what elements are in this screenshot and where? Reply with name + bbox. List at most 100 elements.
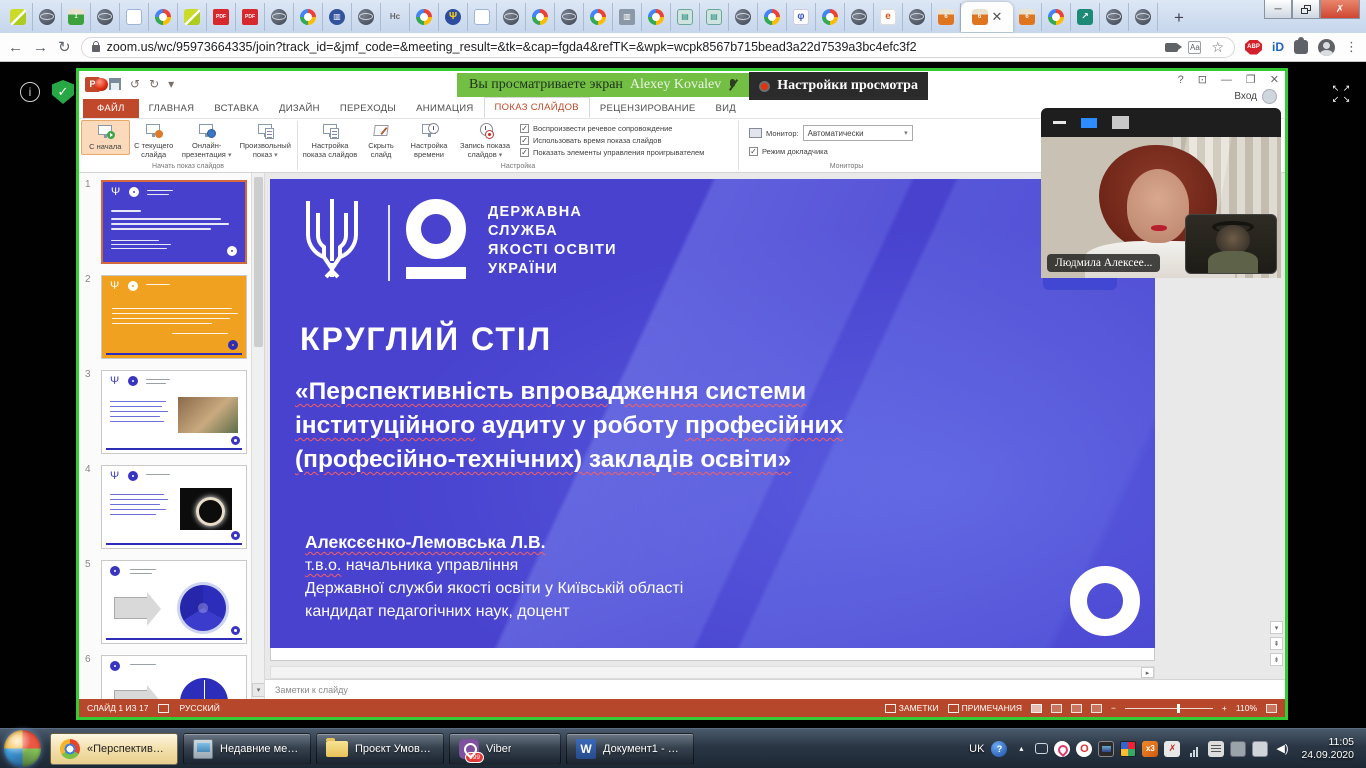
browser-tab-globe[interactable]	[497, 3, 526, 31]
setup-slideshow-button[interactable]: Настройка показа слайдов	[300, 120, 360, 161]
scrollbar-down-icon[interactable]: ▾	[252, 683, 265, 697]
taskbar-viber-button[interactable]: 999 Viber	[449, 733, 561, 765]
taskbar-recent-places-button[interactable]: Недавние места	[183, 733, 311, 765]
browser-tab-clipo[interactable]: 6	[932, 3, 961, 31]
video-layout-blue-icon[interactable]	[1081, 118, 1097, 128]
tab-close-icon[interactable]: ✕	[992, 10, 1003, 23]
browser-tab-phi[interactable]: φ	[787, 3, 816, 31]
previous-slide-icon[interactable]: ⇞	[1270, 637, 1283, 650]
browser-tab-globe[interactable]	[903, 3, 932, 31]
checkbox-use-timings[interactable]: ✓Использовать время показа слайдов	[520, 136, 704, 145]
browser-tab-globe[interactable]	[265, 3, 294, 31]
browser-tab-teal2[interactable]: ▤	[671, 3, 700, 31]
browser-tab-bankg[interactable]: ▥	[613, 3, 642, 31]
signin-area[interactable]: Вход	[1234, 89, 1277, 104]
browser-tab-teal[interactable]: ↗	[1071, 3, 1100, 31]
spellcheck-icon[interactable]	[158, 704, 169, 713]
browser-tab-ec[interactable]: e	[874, 3, 903, 31]
browser-tab-globe[interactable]	[33, 3, 62, 31]
window-restore-button[interactable]	[1292, 0, 1320, 19]
undo-icon[interactable]: ↺	[130, 77, 140, 91]
browser-tab-teal2[interactable]: ▤	[700, 3, 729, 31]
scroll-down-icon[interactable]: ▾	[1270, 621, 1283, 634]
extensions-puzzle-icon[interactable]	[1294, 40, 1308, 54]
ppt-close-button[interactable]: ✕	[1270, 73, 1279, 86]
checkbox-play-narrations[interactable]: ✓Воспроизвести речевое сопровождение	[520, 124, 704, 133]
tab-review[interactable]: РЕЦЕНЗИРОВАНИЕ	[590, 99, 706, 118]
bookmark-star-icon[interactable]: ☆	[1211, 39, 1224, 56]
browser-tab-pdf[interactable]: PDF	[207, 3, 236, 31]
next-slide-icon[interactable]: ⇟	[1270, 653, 1283, 666]
browser-tab-globe[interactable]	[1100, 3, 1129, 31]
cube-tray-icon[interactable]	[1120, 741, 1136, 757]
x3-tray-icon[interactable]: x3	[1142, 741, 1158, 757]
language-indicator[interactable]: РУССКИЙ	[179, 703, 219, 713]
thumbnail-slide-5[interactable]: 5	[79, 557, 265, 652]
language-switcher[interactable]: UK	[969, 743, 984, 755]
reload-button[interactable]: ↻	[58, 40, 71, 55]
browser-tab-ymap[interactable]	[178, 3, 207, 31]
notes-placeholder[interactable]: Заметки к слайду	[275, 685, 348, 695]
zoom-in-button[interactable]: +	[1222, 703, 1227, 713]
zoom-out-button[interactable]: −	[1111, 703, 1116, 713]
browser-tab-g[interactable]	[149, 3, 178, 31]
video-layout-gray-icon[interactable]	[1112, 116, 1129, 129]
thumbnail-slide-4-preview[interactable]: Ψ	[101, 465, 247, 549]
start-button[interactable]	[4, 730, 41, 767]
browser-tab-globe[interactable]	[555, 3, 584, 31]
view-slideshow-button[interactable]	[1091, 704, 1102, 713]
browser-tab-globe[interactable]	[845, 3, 874, 31]
browser-tab-docb[interactable]	[120, 3, 149, 31]
browser-tab-globe[interactable]	[1129, 3, 1158, 31]
thumbnail-slide-1-preview[interactable]: Ψ	[101, 180, 247, 264]
horizontal-scrollbar[interactable]: ▸	[270, 666, 1155, 679]
from-beginning-button[interactable]: С начала	[81, 120, 130, 155]
browser-tab-ymap[interactable]	[4, 3, 33, 31]
thumbnail-slide-5-preview[interactable]	[101, 560, 247, 644]
record-slideshow-button[interactable]: Запись показа слайдов ▾	[456, 120, 514, 162]
ppt-minimize-button[interactable]: —	[1221, 74, 1232, 86]
clipboard-tray-icon[interactable]	[1252, 741, 1268, 757]
browser-tab-bank[interactable]: ▥	[323, 3, 352, 31]
window-minimize-button[interactable]: ─	[1264, 0, 1292, 19]
rehearse-timings-button[interactable]: Настройка времени	[402, 120, 456, 161]
profile-avatar-icon[interactable]	[1318, 39, 1335, 56]
blocked-tray-icon[interactable]: ✗	[1164, 741, 1180, 757]
browser-tab-g[interactable]	[642, 3, 671, 31]
thumbnail-slide-2-preview[interactable]: Ψ	[101, 275, 247, 359]
view-settings-label[interactable]: Настройки просмотра	[777, 78, 918, 94]
view-normal-button[interactable]	[1031, 704, 1042, 713]
window-close-button[interactable]: ✗	[1320, 0, 1360, 19]
ppt-restore-button[interactable]: ❐	[1246, 73, 1256, 86]
hide-slide-button[interactable]: Скрыть слайд	[360, 120, 402, 161]
browser-tab-globe[interactable]	[352, 3, 381, 31]
browser-menu-icon[interactable]: ⋮	[1345, 39, 1358, 55]
tab-file[interactable]: ФАЙЛ	[83, 99, 139, 118]
taskbar-clock[interactable]: 11:05 24.09.2020	[1297, 736, 1362, 762]
tab-design[interactable]: ДИЗАЙН	[269, 99, 330, 118]
browser-tab-g[interactable]	[410, 3, 439, 31]
tab-insert[interactable]: ВСТАВКА	[204, 99, 269, 118]
browser-tab-g[interactable]	[1042, 3, 1071, 31]
signal-tray-icon[interactable]	[1186, 741, 1202, 757]
tab-view[interactable]: ВИД	[706, 99, 747, 118]
quick-access-customize-icon[interactable]: ▾	[168, 77, 174, 91]
camera-icon[interactable]	[1165, 43, 1178, 52]
thumbnail-slide-4[interactable]: 4 Ψ	[79, 462, 265, 557]
tab-transitions[interactable]: ПЕРЕХОДЫ	[330, 99, 406, 118]
monitor-tray-icon[interactable]	[1230, 741, 1246, 757]
fit-slide-button[interactable]	[1266, 704, 1277, 713]
journal-tray-icon[interactable]	[1208, 741, 1224, 757]
view-sorter-button[interactable]	[1051, 704, 1062, 713]
browser-tab-trident[interactable]: Ψ	[439, 3, 468, 31]
main-slide[interactable]: ДЕРЖАВНА СЛУЖБА ЯКОСТІ ОСВІТИ УКРАЇНИ КР…	[270, 179, 1155, 648]
new-tab-button[interactable]: +	[1164, 6, 1194, 30]
save-icon[interactable]	[109, 78, 121, 90]
monitor-select[interactable]: Автоматически▾	[803, 125, 913, 141]
from-current-slide-button[interactable]: С текущего слайда	[130, 120, 178, 161]
ppt-ribbon-options-button[interactable]: ⊡	[1198, 73, 1207, 86]
viber-tray-icon[interactable]	[1054, 741, 1070, 757]
notes-toggle[interactable]: ЗАМЕТКИ	[885, 703, 939, 713]
expand-tray-icon[interactable]: ▴	[1013, 741, 1029, 757]
view-reading-button[interactable]	[1071, 704, 1082, 713]
